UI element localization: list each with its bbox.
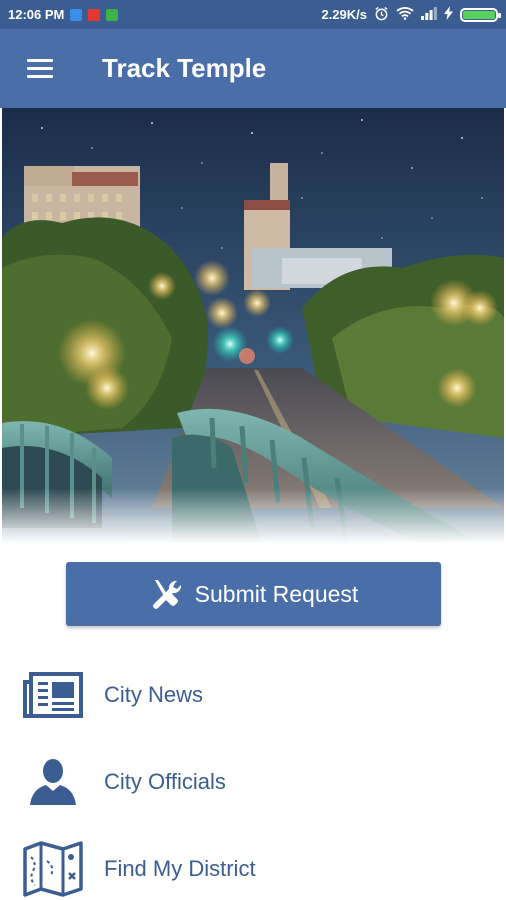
signal-icon [421, 6, 437, 23]
person-icon [22, 757, 84, 807]
status-left: 12:06 PM [8, 7, 119, 22]
hero-image [2, 108, 504, 544]
app-title: Track Temple [102, 53, 267, 83]
app-bar: Track Temple [0, 29, 506, 108]
nav-item-label: City News [104, 682, 204, 707]
network-speed: 2.29K/s [321, 7, 367, 22]
status-time: 12:06 PM [8, 7, 65, 22]
wifi-icon [396, 6, 414, 23]
nav-item-city-news[interactable]: City News [0, 660, 506, 730]
status-bar: 12:06 PM 2.29K/s [0, 0, 506, 29]
submit-request-label: Submit Request [194, 580, 359, 607]
nav-item-label: Find My District [104, 856, 256, 881]
nav-item-city-officials[interactable]: City Officials [0, 747, 506, 817]
submit-request-button[interactable]: Submit Request [66, 562, 441, 626]
hamburger-menu-icon [27, 58, 53, 79]
hamburger-menu-button[interactable] [0, 29, 80, 108]
nav-item-label: City Officials [104, 769, 226, 794]
notification-app-icon [70, 8, 83, 21]
notification-app-icon-2 [106, 8, 119, 21]
map-icon [22, 841, 84, 897]
wrench-screwdriver-icon [152, 580, 181, 609]
battery-level [463, 10, 495, 19]
youtube-notification-icon [88, 8, 101, 21]
nav-item-find-my-district[interactable]: Find My District [0, 834, 506, 900]
city-night-street-photo [2, 108, 504, 544]
charging-icon [444, 6, 453, 23]
newspaper-icon [22, 670, 84, 720]
status-right: 2.29K/s [321, 6, 501, 24]
battery-icon [460, 7, 501, 22]
alarm-icon [374, 6, 389, 24]
